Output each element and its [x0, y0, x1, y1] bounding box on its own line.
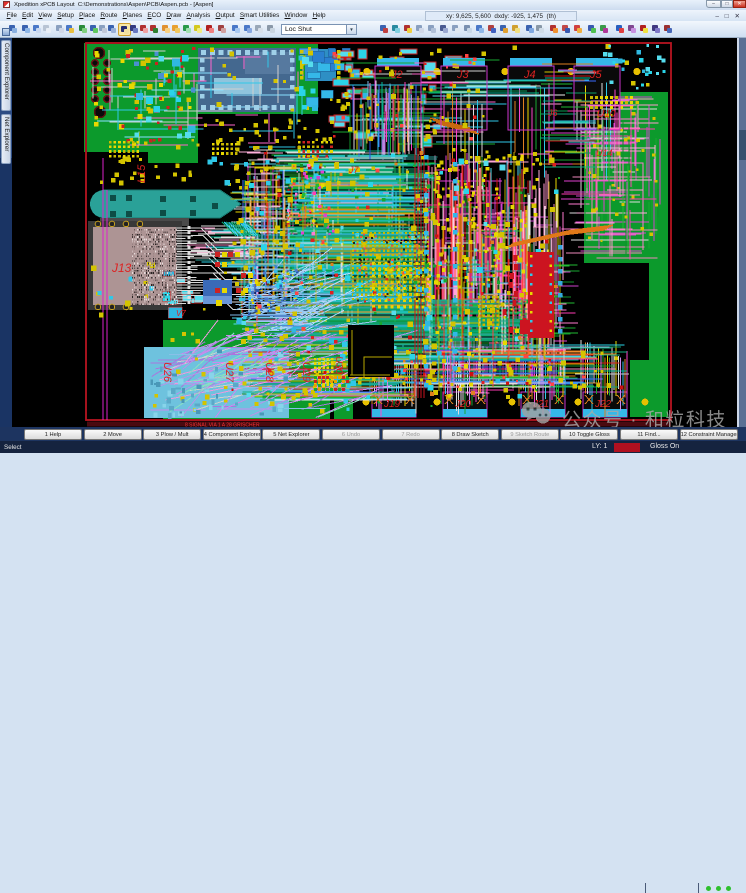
svg-text:J13: J13 — [111, 261, 132, 275]
svg-text:J2: J2 — [390, 69, 403, 81]
svg-text:J20: J20 — [454, 399, 472, 410]
svg-text:J5: J5 — [589, 69, 603, 81]
svg-text:J22: J22 — [594, 399, 612, 410]
svg-text:U10: U10 — [597, 109, 616, 120]
svg-text:L15: L15 — [136, 164, 148, 183]
svg-text:J3: J3 — [456, 69, 470, 81]
svg-text:J4: J4 — [523, 69, 536, 81]
svg-text:J7: J7 — [348, 165, 360, 175]
svg-text:U30: U30 — [333, 356, 344, 375]
svg-text:U27: U27 — [223, 362, 235, 383]
svg-text:J6: J6 — [547, 108, 558, 118]
svg-text:公众号 · 和粒科技: 公众号 · 和粒科技 — [562, 409, 727, 427]
svg-text:U28: U28 — [263, 362, 275, 383]
svg-text:V7: V7 — [176, 309, 186, 318]
svg-text:J19: J19 — [383, 399, 401, 410]
svg-text:U14: U14 — [596, 148, 613, 158]
svg-text:U29: U29 — [300, 362, 312, 382]
svg-text:U26: U26 — [161, 362, 173, 383]
